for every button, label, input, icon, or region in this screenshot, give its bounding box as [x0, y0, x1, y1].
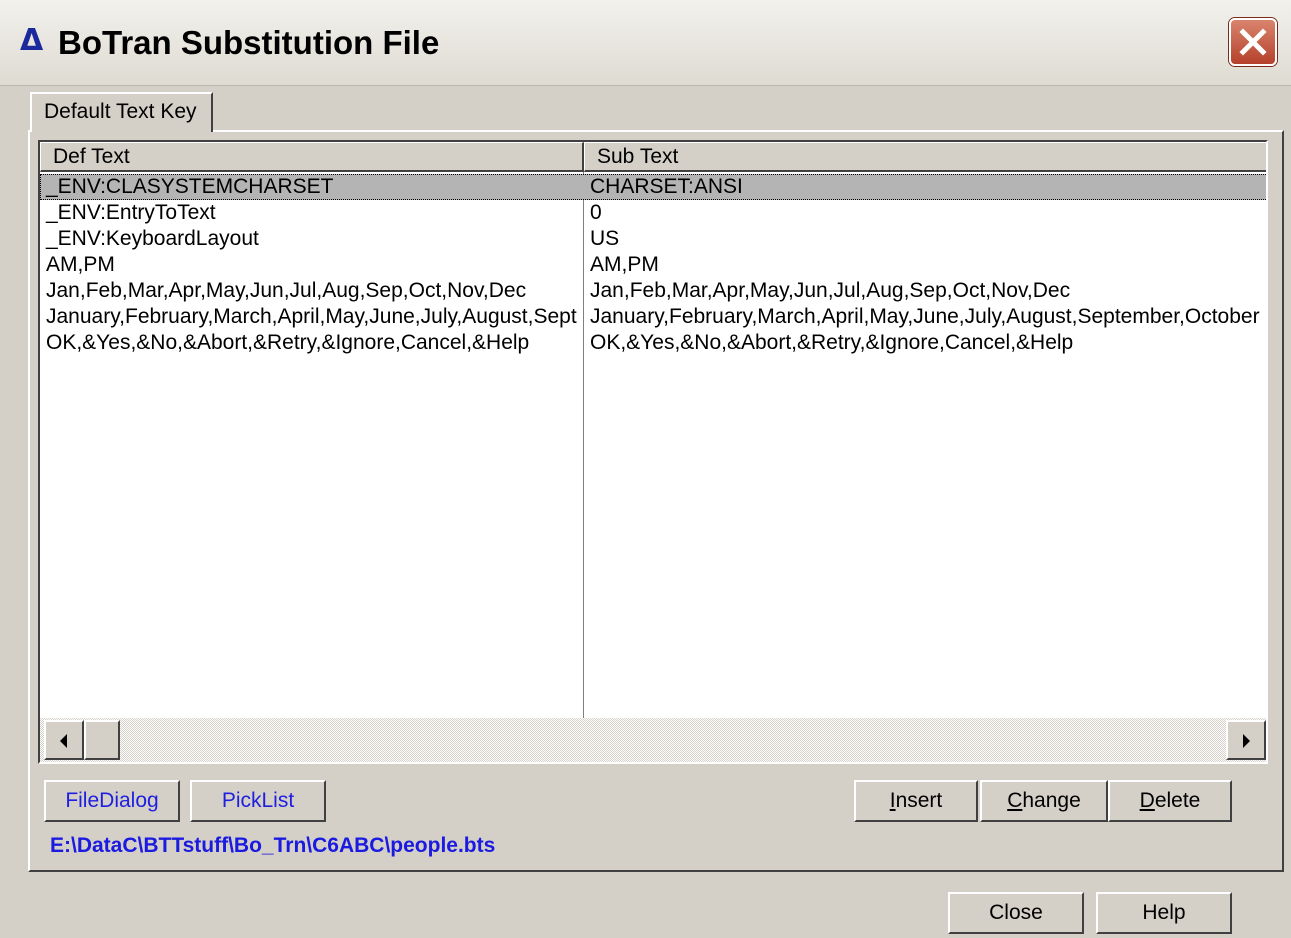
list-row[interactable]: OK,&Yes,&No,&Abort,&Retry,&Ignore,Cancel…	[40, 330, 1266, 356]
list-row[interactable]: January,February,March,April,May,June,Ju…	[40, 304, 1266, 330]
arrow-right-icon	[1243, 734, 1250, 748]
help-button[interactable]: Help	[1096, 892, 1232, 934]
delete-button[interactable]: Delete	[1108, 780, 1232, 822]
scroll-left-button[interactable]	[44, 720, 84, 760]
list-header: Def Text Sub Text	[40, 142, 1266, 172]
sub-text-cell: CHARSET:ANSI	[590, 175, 743, 198]
scroll-right-button[interactable]	[1226, 720, 1266, 760]
def-text-cell: _ENV:CLASYSTEMCHARSET	[46, 175, 334, 198]
insert-button[interactable]: Insert	[854, 780, 978, 822]
close-x-icon	[1239, 28, 1267, 56]
title-bar[interactable]: Δ BoTran Substitution File	[0, 0, 1291, 86]
list-row[interactable]: _ENV:KeyboardLayout US	[40, 226, 1266, 252]
arrow-left-icon	[60, 734, 67, 748]
sub-text-cell: US	[590, 227, 620, 250]
horizontal-scrollbar[interactable]	[40, 718, 1266, 762]
close-button[interactable]: Close	[948, 892, 1084, 934]
dialog-window: Δ BoTran Substitution File Default Text …	[0, 0, 1291, 938]
app-delta-icon: Δ	[20, 23, 44, 58]
list-row[interactable]: Jan,Feb,Mar,Apr,May,Jun,Jul,Aug,Sep,Oct,…	[40, 278, 1266, 304]
list-row[interactable]: AM,PM AM,PM	[40, 252, 1266, 278]
file-dialog-button[interactable]: FileDialog	[44, 780, 180, 822]
list-row[interactable]: _ENV:EntryToText 0	[40, 200, 1266, 226]
def-text-cell: Jan,Feb,Mar,Apr,May,Jun,Jul,Aug,Sep,Oct,…	[46, 279, 527, 302]
sub-text-cell: 0	[590, 201, 602, 224]
close-window-button[interactable]	[1229, 18, 1277, 66]
change-button[interactable]: Change	[980, 780, 1108, 822]
delete-label: elete	[1154, 789, 1201, 812]
def-text-cell: _ENV:KeyboardLayout	[46, 227, 259, 250]
column-header-def-text[interactable]: Def Text	[40, 142, 584, 172]
insert-label: nsert	[895, 789, 943, 812]
sub-text-cell: Jan,Feb,Mar,Apr,May,Jun,Jul,Aug,Sep,Oct,…	[590, 279, 1071, 302]
list-row[interactable]: _ENV:CLASYSTEMCHARSET CHARSET:ANSI	[40, 174, 1266, 200]
def-text-cell: January,February,March,April,May,June,Ju…	[46, 305, 577, 328]
list-body: _ENV:CLASYSTEMCHARSET CHARSET:ANSI _ENV:…	[40, 172, 1266, 718]
sub-text-cell: OK,&Yes,&No,&Abort,&Retry,&Ignore,Cancel…	[590, 331, 1074, 354]
column-header-sub-text[interactable]: Sub Text	[584, 142, 1266, 172]
def-text-cell: _ENV:EntryToText	[46, 201, 216, 224]
change-label: hange	[1022, 789, 1081, 812]
change-mnemonic: C	[1007, 789, 1023, 812]
window-title: BoTran Substitution File	[58, 24, 440, 61]
def-text-cell: OK,&Yes,&No,&Abort,&Retry,&Ignore,Cancel…	[46, 331, 530, 354]
def-text-cell: AM,PM	[46, 253, 115, 276]
sub-text-cell: January,February,March,April,May,June,Ju…	[590, 305, 1260, 328]
tab-default-text-key[interactable]: Default Text Key	[30, 92, 213, 132]
delete-mnemonic: D	[1139, 789, 1155, 812]
scroll-thumb[interactable]	[84, 720, 120, 760]
file-path-label: E:\DataC\BTTstuff\Bo_Trn\C6ABC\people.bt…	[50, 834, 496, 857]
substitution-list[interactable]: Def Text Sub Text _ENV:CLASYSTEMCHARSET …	[38, 140, 1268, 764]
pick-list-button[interactable]: PickList	[190, 780, 326, 822]
sub-text-cell: AM,PM	[590, 253, 659, 276]
